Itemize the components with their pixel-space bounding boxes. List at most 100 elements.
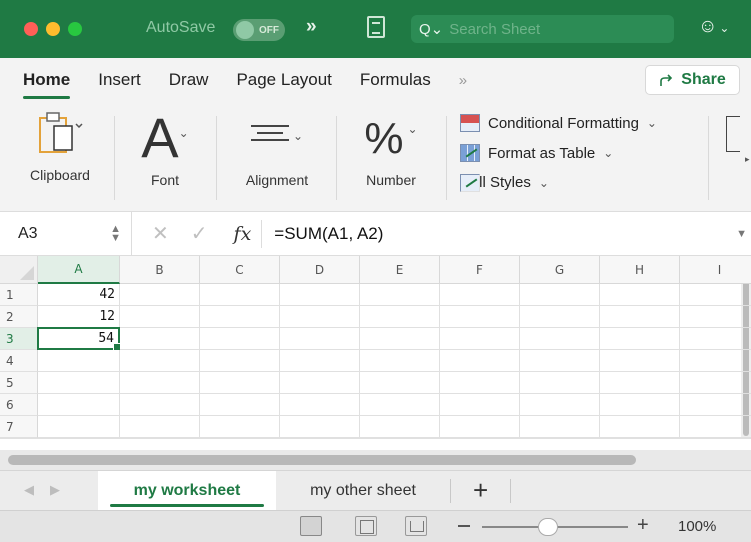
column-header-g[interactable]: G xyxy=(520,256,600,284)
alignment-group[interactable]: ⌄ Alignment xyxy=(232,110,322,188)
cell-a2[interactable]: 12 xyxy=(38,306,120,328)
cell-f5[interactable] xyxy=(440,372,520,394)
zoom-out-button[interactable] xyxy=(458,525,470,527)
active-cell-a3[interactable]: 54 xyxy=(37,327,121,351)
formula-input[interactable]: =SUM(A1, A2) xyxy=(274,224,383,244)
sheet-tab-my-worksheet[interactable]: my worksheet xyxy=(98,471,276,511)
cell-f1[interactable] xyxy=(440,284,520,306)
document-icon[interactable] xyxy=(367,16,385,38)
cell-e4[interactable] xyxy=(360,350,440,372)
tab-draw[interactable]: Draw xyxy=(169,70,209,90)
row-header-4[interactable]: 4 xyxy=(0,350,38,372)
sheet-tab-my-other-sheet[interactable]: my other sheet xyxy=(276,471,450,511)
autosave-toggle[interactable]: OFF xyxy=(233,19,285,41)
ribbon-scroll-right-icon[interactable]: ▸ xyxy=(745,154,750,165)
cell-e5[interactable] xyxy=(360,372,440,394)
number-group[interactable]: % ⌄ Number xyxy=(350,110,432,188)
row-header-1[interactable]: 1 xyxy=(0,284,38,306)
cell-e3[interactable] xyxy=(360,328,440,350)
cell-c4[interactable] xyxy=(200,350,280,372)
cell-a7[interactable] xyxy=(38,416,120,438)
format-as-table-button[interactable]: Format as Table ⌄ xyxy=(460,144,613,162)
cell-g3[interactable] xyxy=(520,328,600,350)
cell-e2[interactable] xyxy=(360,306,440,328)
feedback-smiley-icon[interactable]: ☺ ⌄ xyxy=(698,16,729,38)
cell-c7[interactable] xyxy=(200,416,280,438)
cell-d5[interactable] xyxy=(280,372,360,394)
cells-group-icon[interactable] xyxy=(726,116,740,152)
cell-g4[interactable] xyxy=(520,350,600,372)
clipboard-group[interactable]: Clipboard xyxy=(24,110,96,183)
cell-g6[interactable] xyxy=(520,394,600,416)
cell-b2[interactable] xyxy=(120,306,200,328)
cell-d1[interactable] xyxy=(280,284,360,306)
column-header-f[interactable]: F xyxy=(440,256,520,284)
horizontal-scrollbar[interactable] xyxy=(0,450,751,470)
cell-i4[interactable] xyxy=(680,350,751,372)
column-header-h[interactable]: H xyxy=(600,256,680,284)
cell-c3[interactable] xyxy=(200,328,280,350)
tab-page-layout[interactable]: Page Layout xyxy=(236,70,331,90)
cell-b5[interactable] xyxy=(120,372,200,394)
cell-g5[interactable] xyxy=(520,372,600,394)
cell-f4[interactable] xyxy=(440,350,520,372)
cell-d4[interactable] xyxy=(280,350,360,372)
close-window-button[interactable] xyxy=(24,22,38,36)
conditional-formatting-button[interactable]: Conditional Formatting ⌄ xyxy=(460,114,657,132)
horizontal-scroll-thumb[interactable] xyxy=(8,455,636,465)
cell-b7[interactable] xyxy=(120,416,200,438)
zoom-level[interactable]: 100% xyxy=(678,518,716,535)
cell-i5[interactable] xyxy=(680,372,751,394)
column-header-b[interactable]: B xyxy=(120,256,200,284)
font-group[interactable]: A⌄ Font xyxy=(130,110,200,189)
cell-h4[interactable] xyxy=(600,350,680,372)
next-sheet-icon[interactable]: ▶ xyxy=(50,482,60,498)
zoom-in-button[interactable]: + xyxy=(637,514,649,537)
cell-h1[interactable] xyxy=(600,284,680,306)
worksheet-grid[interactable]: A B C D E F G H I 1 42 2 12 3 54 4 5 6 7 xyxy=(0,256,751,450)
cell-a6[interactable] xyxy=(38,394,120,416)
cell-d2[interactable] xyxy=(280,306,360,328)
cell-a5[interactable] xyxy=(38,372,120,394)
search-sheet-input[interactable]: Q⌄ Search Sheet xyxy=(411,15,674,43)
cell-styles-button[interactable]: Cell Styles ⌄ xyxy=(460,173,549,192)
cell-b3[interactable] xyxy=(120,328,200,350)
maximize-window-button[interactable] xyxy=(68,22,82,36)
cell-h6[interactable] xyxy=(600,394,680,416)
cell-b4[interactable] xyxy=(120,350,200,372)
previous-sheet-icon[interactable]: ◀ xyxy=(24,482,34,498)
cell-g7[interactable] xyxy=(520,416,600,438)
cell-e1[interactable] xyxy=(360,284,440,306)
add-sheet-button[interactable]: + xyxy=(473,475,488,506)
row-header-5[interactable]: 5 xyxy=(0,372,38,394)
minimize-window-button[interactable] xyxy=(46,22,60,36)
cell-f6[interactable] xyxy=(440,394,520,416)
cell-c1[interactable] xyxy=(200,284,280,306)
name-box-stepper-icon[interactable]: ▲ ▼ xyxy=(110,223,121,243)
cell-e7[interactable] xyxy=(360,416,440,438)
expand-formula-bar-icon[interactable]: ▼ xyxy=(736,228,747,240)
cell-d3[interactable] xyxy=(280,328,360,350)
tab-formulas[interactable]: Formulas xyxy=(360,70,431,90)
cell-c5[interactable] xyxy=(200,372,280,394)
row-header-2[interactable]: 2 xyxy=(0,306,38,328)
column-header-a[interactable]: A xyxy=(38,256,120,284)
cell-i6[interactable] xyxy=(680,394,751,416)
cell-f2[interactable] xyxy=(440,306,520,328)
tab-home[interactable]: Home xyxy=(23,70,71,99)
zoom-slider-thumb[interactable] xyxy=(538,518,558,536)
cell-i1[interactable] xyxy=(680,284,751,306)
more-tabs-chevron-icon[interactable]: » xyxy=(459,72,467,89)
cell-d7[interactable] xyxy=(280,416,360,438)
cell-f3[interactable] xyxy=(440,328,520,350)
column-header-e[interactable]: E xyxy=(360,256,440,284)
cancel-icon[interactable]: ✕ xyxy=(152,221,169,246)
select-all-corner[interactable] xyxy=(0,256,38,284)
cell-f7[interactable] xyxy=(440,416,520,438)
cell-b1[interactable] xyxy=(120,284,200,306)
cell-h2[interactable] xyxy=(600,306,680,328)
column-header-i[interactable]: I xyxy=(680,256,751,284)
column-header-d[interactable]: D xyxy=(280,256,360,284)
cell-b6[interactable] xyxy=(120,394,200,416)
cell-c2[interactable] xyxy=(200,306,280,328)
